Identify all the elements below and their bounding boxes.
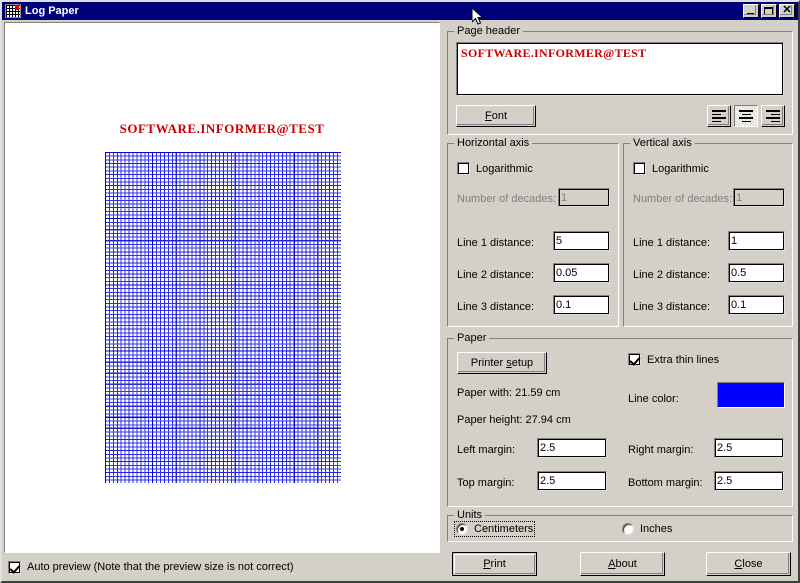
top-margin-label: Top margin:	[457, 477, 515, 489]
vertical-line1-label: Line 1 distance:	[633, 237, 711, 249]
horizontal-line1-value: 5	[556, 235, 563, 247]
auto-preview-label: Auto preview (Note that the preview size…	[27, 561, 294, 573]
page-header-text-input[interactable]: SOFTWARE.INFORMER@TEST	[456, 42, 784, 96]
close-button[interactable]: Close	[706, 552, 791, 576]
bottom-margin-value: 2.5	[717, 475, 733, 487]
inches-radio-icon[interactable]	[622, 523, 634, 535]
vertical-line2-value: 0.5	[731, 267, 747, 279]
vertical-line2-label: Line 2 distance:	[633, 269, 711, 281]
log-paper-window: Log Paper ✕ SOFTWARE.INFORMER@TEST Auto …	[0, 0, 800, 583]
inches-label: Inches	[640, 523, 673, 535]
log-paper-grid-preview	[105, 152, 341, 483]
extra-thin-lines-checkbox[interactable]: Extra thin lines	[628, 353, 719, 366]
horizontal-line3-input[interactable]: 0.1	[553, 295, 610, 315]
align-center-icon[interactable]	[734, 105, 758, 127]
paper-group-label: Paper	[457, 332, 487, 344]
vertical-line3-label: Line 3 distance:	[633, 301, 711, 313]
horizontal-line2-label: Line 2 distance:	[457, 269, 535, 281]
top-margin-input[interactable]: 2.5	[537, 471, 607, 491]
page-header-group-label: Page header	[457, 25, 520, 37]
units-group-label: Units	[457, 509, 483, 521]
horizontal-decades-label: Number of decades:	[457, 193, 557, 205]
auto-preview-check-box-icon[interactable]	[8, 560, 21, 574]
horizontal-line3-value: 0.1	[556, 299, 572, 311]
vertical-line1-input[interactable]: 1	[728, 231, 785, 251]
status-bar: Auto preview (Note that the preview size…	[4, 555, 440, 579]
vertical-decades-value: 1	[736, 191, 743, 204]
horizontal-logarithmic-check-box-icon[interactable]	[457, 162, 470, 175]
minimize-button[interactable]	[743, 4, 759, 18]
paper-width-label: Paper with: 21.59 cm	[457, 387, 561, 399]
close-icon[interactable]: ✕	[779, 4, 795, 18]
about-button[interactable]: About	[580, 552, 665, 576]
horizontal-axis-group-label: Horizontal axis	[457, 137, 530, 149]
horizontal-logarithmic-label: Logarithmic	[476, 162, 533, 175]
centimeters-label: Centimeters	[474, 523, 534, 535]
vertical-decades-label: Number of decades:	[633, 193, 733, 205]
line-color-swatch[interactable]	[717, 382, 785, 408]
centimeters-radio-icon[interactable]	[456, 523, 468, 535]
horizontal-line1-label: Line 1 distance:	[457, 237, 535, 249]
grid-paper-icon	[5, 4, 21, 18]
align-right-icon[interactable]	[761, 105, 785, 127]
paper-preview-pane: SOFTWARE.INFORMER@TEST	[4, 22, 440, 553]
bottom-margin-input[interactable]: 2.5	[714, 471, 784, 491]
settings-panel: Page header SOFTWARE.INFORMER@TEST Font	[442, 20, 798, 580]
left-margin-input[interactable]: 2.5	[537, 438, 607, 458]
title-bar[interactable]: Log Paper ✕	[2, 2, 798, 20]
vertical-axis-group-label: Vertical axis	[633, 137, 692, 149]
maximize-button[interactable]	[761, 4, 777, 18]
extra-thin-lines-check-box-icon[interactable]	[628, 353, 641, 366]
horizontal-logarithmic-checkbox[interactable]: Logarithmic	[457, 162, 533, 175]
window-controls: ✕	[743, 4, 796, 18]
page-header-text-value: SOFTWARE.INFORMER@TEST	[461, 46, 647, 60]
vertical-line1-value: 1	[731, 235, 738, 247]
vertical-decades-input[interactable]: 1	[733, 188, 785, 207]
auto-preview-checkbox[interactable]: Auto preview (Note that the preview size…	[8, 560, 294, 574]
line-color-label: Line color:	[628, 393, 679, 405]
horizontal-decades-input[interactable]: 1	[558, 188, 610, 207]
vertical-logarithmic-checkbox[interactable]: Logarithmic	[633, 162, 709, 175]
vertical-line2-input[interactable]: 0.5	[728, 263, 785, 283]
horizontal-line1-input[interactable]: 5	[553, 231, 610, 251]
font-button[interactable]: Font	[456, 105, 536, 127]
units-inches-radio[interactable]: Inches	[622, 523, 672, 535]
paper-height-label: Paper height: 27.94 cm	[457, 414, 571, 426]
alignment-button-group	[707, 105, 785, 127]
left-margin-value: 2.5	[540, 442, 556, 454]
left-margin-label: Left margin:	[457, 444, 516, 456]
top-margin-value: 2.5	[540, 475, 556, 487]
units-centimeters-radio[interactable]: Centimeters	[453, 521, 536, 537]
horizontal-decades-value: 1	[561, 191, 568, 204]
vertical-logarithmic-label: Logarithmic	[652, 162, 709, 175]
vertical-line3-input[interactable]: 0.1	[728, 295, 785, 315]
horizontal-line3-label: Line 3 distance:	[457, 301, 535, 313]
align-left-icon[interactable]	[707, 105, 731, 127]
preview-header-text: SOFTWARE.INFORMER@TEST	[119, 121, 325, 136]
printer-setup-button[interactable]: Printer setup	[457, 352, 547, 374]
vertical-line3-value: 0.1	[731, 299, 747, 311]
extra-thin-lines-label: Extra thin lines	[647, 353, 720, 366]
vertical-logarithmic-check-box-icon[interactable]	[633, 162, 646, 175]
horizontal-line2-value: 0.05	[556, 267, 578, 279]
right-margin-input[interactable]: 2.5	[714, 438, 784, 458]
horizontal-line2-input[interactable]: 0.05	[553, 263, 610, 283]
bottom-margin-label: Bottom margin:	[628, 477, 703, 489]
right-margin-label: Right margin:	[628, 444, 694, 456]
right-margin-value: 2.5	[717, 442, 733, 454]
print-button[interactable]: Print	[452, 552, 537, 576]
window-title: Log Paper	[25, 5, 79, 17]
